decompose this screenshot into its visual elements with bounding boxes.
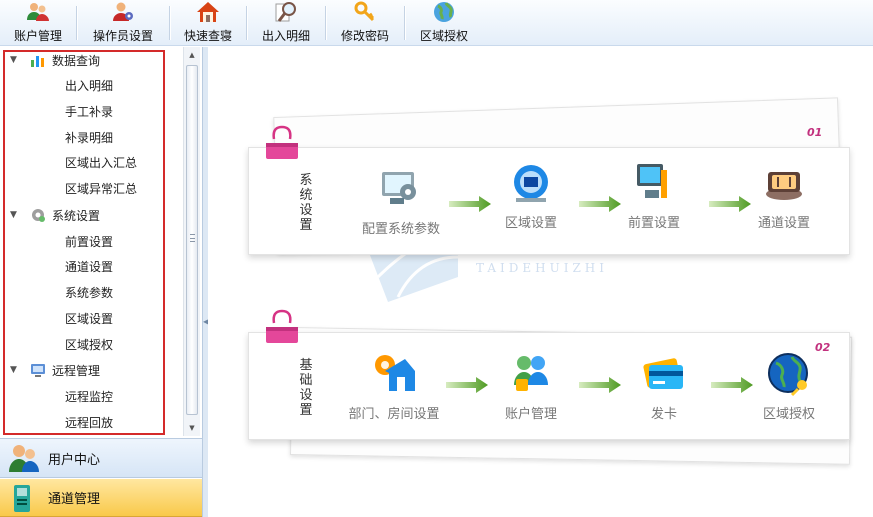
- step-configure-system-parameters[interactable]: 配置系统参数: [346, 166, 456, 237]
- tree-node-data-query[interactable]: ▼ 数据查询: [0, 49, 100, 71]
- globe-icon: [434, 2, 454, 22]
- step-label: 通道设置: [757, 216, 810, 231]
- tree-item-region-exception-summary[interactable]: 区域异常汇总: [65, 178, 137, 200]
- step-label: 前置设置: [627, 216, 680, 231]
- home-icon: [197, 2, 219, 22]
- step-account-management[interactable]: 账户管理: [476, 351, 586, 422]
- toolbar-quick-check-button[interactable]: 快速查寝: [170, 0, 246, 46]
- front-device-icon: [637, 164, 667, 198]
- step-label: 区域授权: [762, 407, 815, 422]
- toolbar-region-authorization-button[interactable]: 区域授权: [405, 0, 483, 46]
- tree-node-system-settings[interactable]: ▼ 系统设置: [0, 204, 100, 226]
- step-label: 配置系统参数: [361, 222, 440, 237]
- accordion-channel-management[interactable]: 通道管理: [0, 479, 202, 517]
- expand-arrow-icon[interactable]: ▼: [10, 210, 22, 220]
- toolbar-change-password-button[interactable]: 修改密码: [326, 0, 404, 46]
- tree-node-label: 数据查询: [52, 53, 101, 68]
- binder-clip-icon: [266, 309, 298, 343]
- grip-icon: [190, 234, 195, 242]
- card-issue-icon: [643, 358, 683, 389]
- tree-item-access-details[interactable]: 出入明细: [65, 75, 113, 97]
- step-channel-settings[interactable]: 通道设置: [729, 160, 839, 231]
- card-title: 系统设置: [299, 173, 313, 233]
- step-department-room-settings[interactable]: 部门、房间设置: [339, 351, 449, 422]
- channel-gate-icon: [766, 172, 802, 200]
- accordion-label: 用户中心: [48, 452, 101, 468]
- tree-item-system-parameters[interactable]: 系统参数: [65, 282, 113, 304]
- tree-node-label: 系统设置: [52, 208, 101, 223]
- key-icon: [354, 1, 375, 22]
- monitor-icon: [31, 364, 45, 377]
- scrollbar-thumb[interactable]: [186, 65, 198, 415]
- toolbar-label: 修改密码: [340, 29, 389, 43]
- department-icon: [375, 355, 415, 391]
- tree-item-channel-settings[interactable]: 通道设置: [65, 256, 113, 278]
- accordion-label: 通道管理: [48, 492, 101, 507]
- step-label: 区域设置: [504, 216, 557, 231]
- step-region-settings[interactable]: 区域设置: [476, 160, 586, 231]
- toolbar-operator-settings-button[interactable]: 操作员设置: [77, 0, 169, 46]
- toolbar-label: 操作员设置: [92, 29, 153, 43]
- tree-item-front-settings[interactable]: 前置设置: [65, 231, 113, 253]
- region-icon: [514, 165, 548, 202]
- users-icon: [27, 3, 49, 21]
- step-front-settings[interactable]: 前置设置: [599, 160, 709, 231]
- tree-node-label: 远程管理: [52, 363, 101, 378]
- tree-item-region-access-summary[interactable]: 区域出入汇总: [65, 152, 137, 174]
- tree-node-remote-management[interactable]: ▼ 远程管理: [0, 359, 100, 381]
- binder-clip-icon: [266, 125, 298, 159]
- watermark-subtext: TAIDEHUIZHI: [476, 261, 608, 275]
- card-system-settings: 01 系统设置 配置系统参数 区域设置 前置设置 通道设置: [248, 126, 850, 255]
- scroll-up-icon[interactable]: ▲: [184, 47, 200, 63]
- step-label: 部门、房间设置: [348, 407, 440, 422]
- system-config-icon: [382, 172, 416, 204]
- tree-item-remote-monitoring[interactable]: 远程监控: [65, 386, 113, 408]
- toolbar-label: 账户管理: [13, 29, 62, 43]
- navigation-tree-panel: ▼ 数据查询 出入明细 手工补录 补录明细 区域出入汇总 区域异常汇总 ▼ 系统…: [0, 47, 200, 437]
- main-panel: 泰德汇智 TAIDEHUIZHI 01 系统设置 配置系统参数 区域设置: [208, 47, 873, 517]
- account-icon: [514, 356, 548, 391]
- tree-item-region-settings[interactable]: 区域设置: [65, 308, 113, 330]
- toolbar-label: 快速查寝: [183, 29, 232, 43]
- channel-icon: [14, 484, 30, 512]
- card-basic-settings: 02 基础设置 部门、房间设置 账户管理 发卡 区域授权: [248, 332, 850, 440]
- step-card-issue[interactable]: 发卡: [609, 351, 719, 422]
- card-title: 基础设置: [299, 358, 313, 418]
- tree-item-remote-playback[interactable]: 远程回放: [65, 412, 113, 434]
- scroll-down-icon[interactable]: ▼: [184, 420, 200, 436]
- expand-arrow-icon[interactable]: ▼: [10, 55, 22, 65]
- tree-item-manual-entry[interactable]: 手工补录: [65, 101, 113, 123]
- sidebar: ▼ 数据查询 出入明细 手工补录 补录明细 区域出入汇总 区域异常汇总 ▼ 系统…: [0, 47, 203, 517]
- region-auth-icon: [768, 353, 808, 397]
- card-number: 01: [807, 126, 823, 139]
- accordion-user-center[interactable]: 用户中心: [0, 438, 202, 478]
- step-label: 账户管理: [504, 407, 557, 422]
- chart-icon: [31, 56, 44, 67]
- operator-icon: [113, 2, 133, 21]
- toolbar-label: 出入明细: [261, 29, 310, 43]
- step-label: 发卡: [650, 407, 677, 422]
- tree-scrollbar[interactable]: ▲ ▼: [183, 47, 200, 436]
- toolbar-account-management-button[interactable]: 账户管理: [0, 0, 76, 46]
- toolbar: 账户管理 操作员设置 快速查寝 出入明细 修改密码 区域授权: [0, 0, 873, 46]
- step-region-authorization[interactable]: 区域授权: [734, 351, 844, 422]
- expand-arrow-icon[interactable]: ▼: [10, 365, 22, 375]
- gear-icon: [32, 209, 45, 222]
- toolbar-access-details-button[interactable]: 出入明细: [247, 0, 325, 46]
- magnifier-icon: [275, 2, 296, 22]
- tree-item-region-authorization[interactable]: 区域授权: [65, 334, 113, 356]
- user-center-icon: [9, 445, 39, 472]
- tree-item-entry-details[interactable]: 补录明细: [65, 127, 113, 149]
- toolbar-label: 区域授权: [419, 29, 468, 43]
